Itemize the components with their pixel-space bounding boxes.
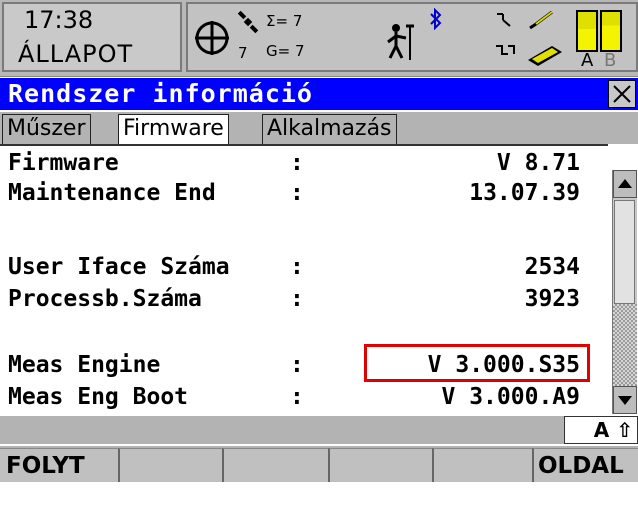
softkey-f3[interactable]	[222, 448, 328, 482]
row-value: 3923	[524, 286, 580, 312]
input-mode-indicator: A ⇧	[564, 416, 638, 444]
highlight-box	[364, 344, 590, 382]
input-status-line: A ⇧	[0, 416, 638, 444]
softkey-f4[interactable]	[328, 448, 432, 482]
battery-b-label: B	[604, 50, 617, 71]
satellite-icon	[237, 10, 259, 34]
row-value: V 8.71	[496, 150, 580, 176]
tab-firmware[interactable]: Firmware	[118, 114, 229, 145]
target-icon	[195, 21, 229, 55]
connection-icon	[497, 13, 511, 27]
row-colon: :	[290, 286, 304, 312]
row-firmware: Firmware : V 8.71	[8, 150, 580, 180]
edit-pen-icon	[529, 10, 553, 30]
row-label: User Iface Száma	[8, 254, 230, 280]
tab-muszer[interactable]: Műszer	[2, 114, 91, 144]
link-icon	[496, 45, 515, 55]
row-label: Processb.Száma	[8, 286, 202, 312]
row-value: 2534	[524, 254, 580, 280]
clock-time: 17:38	[24, 6, 94, 34]
battery-a-icon	[576, 10, 598, 52]
row-colon: :	[290, 352, 304, 378]
row-label: Meas Eng Boot	[8, 384, 189, 410]
scroll-track[interactable]	[613, 304, 637, 386]
tab-bar: Műszer Firmware Alkalmazás	[0, 112, 638, 145]
status-bar: 17:38 ÁLLAPOT 7 Σ= 7 G= 7 A B	[0, 0, 638, 77]
row-value: V 3.000.A9	[441, 384, 580, 410]
vertical-scrollbar[interactable]	[612, 170, 637, 414]
satellite-count: 7	[238, 44, 248, 62]
mode-label: ÁLLAPOT	[18, 40, 134, 68]
row-label: Maintenance End	[8, 180, 216, 206]
softkey-f2[interactable]	[118, 448, 222, 482]
tab-alkalmazas[interactable]: Alkalmazás	[262, 114, 397, 144]
softkey-f6-oldal[interactable]: OLDAL	[532, 448, 638, 482]
status-icons-panel: 7 Σ= 7 G= 7 A B	[186, 2, 638, 72]
scroll-up-button[interactable]	[613, 170, 637, 198]
time-mode-box: 17:38 ÁLLAPOT	[2, 2, 182, 72]
softkey-f1-folyt[interactable]: FOLYT	[0, 448, 120, 482]
row-colon: :	[290, 150, 304, 176]
battery-a-label: A	[581, 50, 594, 71]
softkey-f5[interactable]	[432, 448, 532, 482]
row-colon: :	[290, 384, 304, 410]
row-label: Meas Engine	[8, 352, 161, 378]
bluetooth-icon	[430, 8, 442, 30]
arrow-down-icon	[618, 396, 632, 405]
reflector-person-icon	[387, 24, 414, 60]
memory-card-icon	[528, 46, 562, 66]
row-user-iface: User Iface Száma : 2534	[8, 254, 580, 284]
scroll-down-button[interactable]	[613, 386, 637, 414]
close-button[interactable]	[608, 80, 636, 108]
row-maintenance-end: Maintenance End : 13.07.39	[8, 180, 580, 210]
arrow-up-icon	[618, 179, 632, 188]
row-colon: :	[290, 180, 304, 206]
window-title-bar: Rendszer információ	[0, 78, 638, 110]
row-processb: Processb.Száma : 3923	[8, 286, 580, 316]
row-meas-eng-boot: Meas Eng Boot : V 3.000.A9	[8, 384, 580, 414]
info-panel: Firmware : V 8.71 Maintenance End : 13.0…	[0, 144, 608, 416]
row-colon: :	[290, 254, 304, 280]
softkey-bar: FOLYT OLDAL	[0, 446, 638, 482]
scroll-thumb[interactable]	[614, 200, 635, 304]
close-icon	[613, 85, 631, 103]
row-value: 13.07.39	[469, 180, 580, 206]
sigma-satellites: Σ= 7	[266, 12, 303, 30]
row-label: Firmware	[8, 150, 119, 176]
battery-b-icon	[600, 10, 622, 52]
page-title: Rendszer információ	[8, 79, 313, 108]
gps-satellites: G= 7	[266, 42, 305, 60]
